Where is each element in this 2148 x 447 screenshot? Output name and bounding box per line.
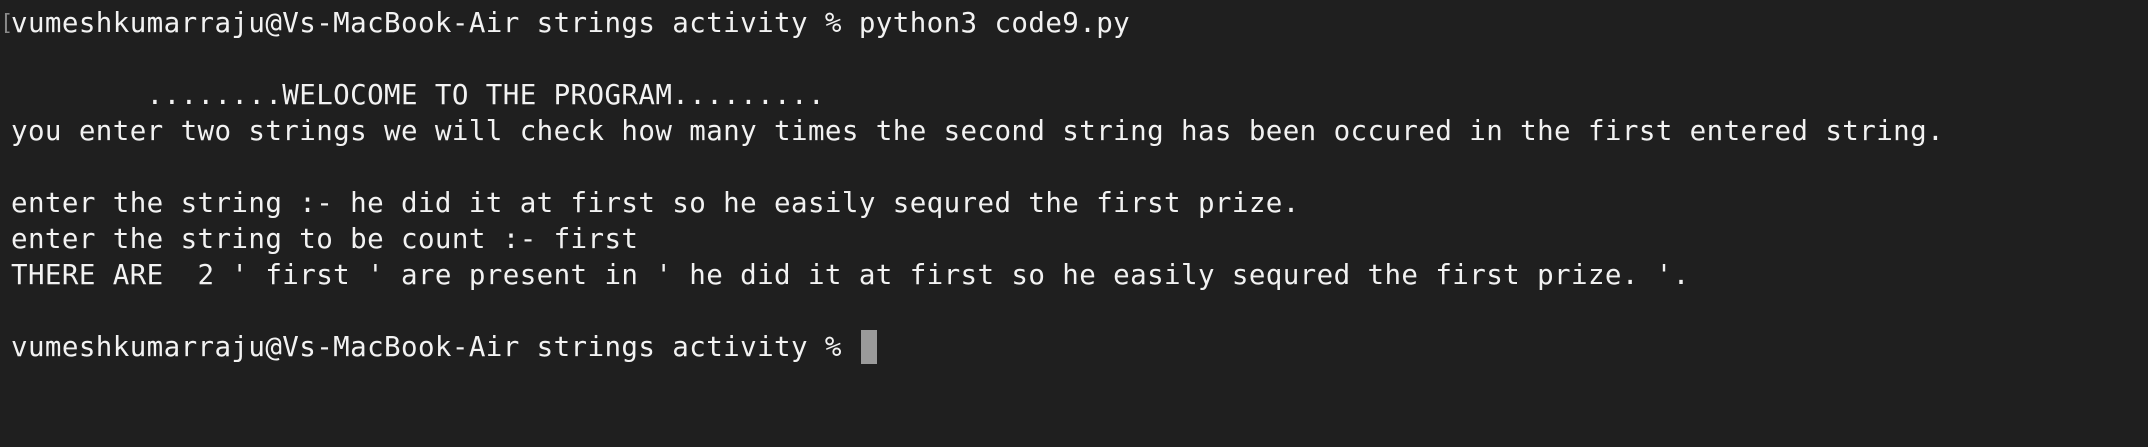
prompt-line[interactable]: vumeshkumarraju@Vs-MacBook-Air strings a… (11, 329, 877, 365)
result-line: THERE ARE 2 ' first ' are present in ' h… (11, 259, 1690, 291)
command-line: vumeshkumarraju@Vs-MacBook-Air strings a… (11, 7, 1131, 39)
input-string-line: enter the string :- he did it at first s… (11, 187, 1300, 219)
input-substring-line: enter the string to be count :- first (11, 223, 639, 255)
text-cursor (860, 330, 877, 364)
prompt-text: vumeshkumarraju@Vs-MacBook-Air strings a… (11, 331, 859, 363)
terminal-window[interactable]: [ vumeshkumarraju@Vs-MacBook-Air strings… (0, 0, 2148, 447)
welcome-banner: ........WELOCOME TO THE PROGRAM......... (11, 79, 825, 111)
program-description: you enter two strings we will check how … (11, 115, 1945, 147)
